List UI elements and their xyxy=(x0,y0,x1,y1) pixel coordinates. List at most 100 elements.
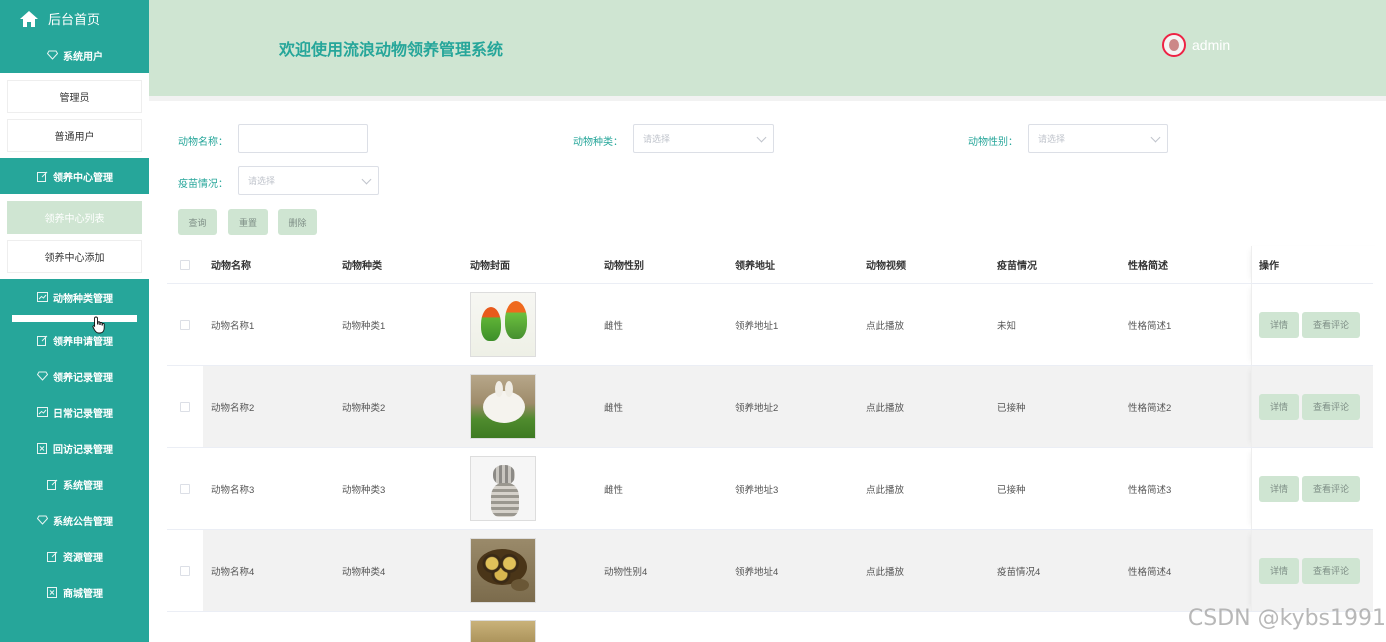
menu-system[interactable]: 系统管理 xyxy=(0,466,149,502)
menu-adoption-center[interactable]: 领养中心管理 xyxy=(0,158,149,194)
username: admin xyxy=(1192,37,1231,53)
row-actions: 详情 查看评论 xyxy=(1251,284,1383,365)
row-select-cell xyxy=(167,620,203,642)
animal-type-cell: 动物种类2 xyxy=(342,402,386,414)
adoption-address-cell: 领养地址1 xyxy=(735,320,779,332)
personality-cell: 性格简述4 xyxy=(1128,566,1172,578)
row-checkbox[interactable] xyxy=(180,483,190,494)
submenu-item-center-list[interactable]: 领养中心列表 xyxy=(7,201,142,234)
user-menu[interactable]: admin xyxy=(1162,33,1230,57)
column-header: 性格简述 xyxy=(1128,261,1168,272)
row-select-cell xyxy=(167,530,203,611)
chart-icon xyxy=(36,406,48,418)
view-comments-button[interactable]: 查看评论 xyxy=(1302,393,1360,420)
animal-name-input[interactable] xyxy=(238,124,368,153)
video-play-link[interactable]: 点此播放 xyxy=(858,482,989,496)
submenu-item-center-add[interactable]: 领养中心添加 xyxy=(7,240,142,273)
table-row[interactable]: 动物名称2 动物种类2 雌性 领养地址2 点此播放 已接种 性格简述2 详情 查… xyxy=(167,366,1373,448)
column-header: 动物性别 xyxy=(604,261,644,272)
menu-followup-records[interactable]: 回访记录管理 xyxy=(0,430,149,466)
vaccine-cell: 已接种 xyxy=(997,402,1026,414)
animal-name-label: 动物名称： xyxy=(178,137,228,148)
view-comments-button[interactable]: 查看评论 xyxy=(1302,557,1360,584)
submenu-collapsing xyxy=(12,315,137,322)
row-select-cell xyxy=(167,366,203,447)
chart-icon xyxy=(36,291,48,303)
edit-icon xyxy=(46,478,58,490)
select-placeholder: 请选择 xyxy=(248,176,276,186)
menu-label: 系统公告管理 xyxy=(53,516,113,528)
chevron-down-icon xyxy=(361,174,372,185)
select-all-checkbox[interactable] xyxy=(180,259,190,270)
menu-label: 回访记录管理 xyxy=(53,444,113,456)
animal-cover-image[interactable] xyxy=(470,292,536,357)
menu-adoption-requests[interactable]: 领养申请管理 xyxy=(0,322,149,358)
table-row[interactable]: 动物名称1 动物种类1 雌性 领养地址1 点此播放 未知 性格简述1 详情 查看… xyxy=(167,284,1373,366)
delete-button[interactable]: 删除 xyxy=(278,209,317,235)
menu-label: 领养申请管理 xyxy=(53,336,113,348)
animal-cover-image[interactable] xyxy=(470,620,536,642)
submenu-item-users[interactable]: 普通用户 xyxy=(7,119,142,152)
row-checkbox[interactable] xyxy=(180,565,190,576)
column-header: 动物种类 xyxy=(342,261,382,272)
row-actions: 详情 查看评论 xyxy=(1251,448,1383,529)
header-divider xyxy=(149,96,1386,101)
column-header: 动物视频 xyxy=(866,261,906,272)
avatar xyxy=(1162,33,1186,57)
adoption-address-cell: 领养地址3 xyxy=(735,484,779,496)
query-button[interactable]: 查询 xyxy=(178,209,217,235)
row-select-cell xyxy=(167,284,203,365)
animal-cover-image[interactable] xyxy=(470,456,536,521)
video-play-link[interactable]: 点此播放 xyxy=(858,318,989,332)
animal-cover-cell xyxy=(465,538,596,603)
column-header: 领养地址 xyxy=(735,261,775,272)
video-play-link[interactable]: 点此播放 xyxy=(858,400,989,414)
animal-table: 动物名称 动物种类 动物封面 动物性别 领养地址 动物视频 疫苗情况 性格简述 … xyxy=(167,246,1373,642)
submenu-item-admin[interactable]: 管理员 xyxy=(7,80,142,113)
row-checkbox[interactable] xyxy=(180,401,190,412)
view-comments-button[interactable]: 查看评论 xyxy=(1302,475,1360,502)
menu-animal-types[interactable]: 动物种类管理 xyxy=(0,279,149,315)
menu-daily-records[interactable]: 日常记录管理 xyxy=(0,394,149,430)
menu-resources[interactable]: 资源管理 xyxy=(0,538,149,574)
animal-cover-image[interactable] xyxy=(470,538,536,603)
reset-button[interactable]: 重置 xyxy=(228,209,268,235)
vaccine-cell: 已接种 xyxy=(997,484,1026,496)
animal-sex-cell: 雌性 xyxy=(604,320,624,332)
home-link[interactable]: 后台首页 xyxy=(0,0,149,37)
page-title: 欢迎使用流浪动物领养管理系统 xyxy=(279,42,504,59)
view-comments-button[interactable]: 查看评论 xyxy=(1302,311,1360,338)
row-checkbox[interactable] xyxy=(180,319,190,330)
close-box-icon xyxy=(36,442,48,454)
menu-system-users[interactable]: 系统用户 xyxy=(0,37,149,73)
animal-type-select[interactable]: 请选择 xyxy=(633,124,774,153)
watermark: CSDN @kybs1991 xyxy=(1187,606,1386,631)
vaccine-select[interactable]: 请选择 xyxy=(238,166,379,195)
detail-button[interactable]: 详情 xyxy=(1259,557,1299,584)
animal-sex-label: 动物性别： xyxy=(968,137,1018,148)
animal-cover-image[interactable] xyxy=(470,374,536,439)
personality-cell: 性格简述1 xyxy=(1128,320,1172,332)
close-box-icon xyxy=(46,586,58,598)
row-actions: 详情 查看评论 xyxy=(1251,530,1383,611)
vaccine-cell: 疫苗情况4 xyxy=(997,566,1041,578)
detail-button[interactable]: 详情 xyxy=(1259,311,1299,338)
submenu-adoption-center: 领养中心列表 领养中心添加 xyxy=(0,194,149,279)
animal-type-cell: 动物种类4 xyxy=(342,566,386,578)
detail-button[interactable]: 详情 xyxy=(1259,393,1299,420)
menu-shop[interactable]: 商城管理 xyxy=(0,574,149,610)
menu-adoption-records[interactable]: 领养记录管理 xyxy=(0,358,149,394)
animal-sex-cell: 雌性 xyxy=(604,484,624,496)
detail-button[interactable]: 详情 xyxy=(1259,475,1299,502)
table-row[interactable]: 动物名称3 动物种类3 雌性 领养地址3 点此播放 已接种 性格简述3 详情 查… xyxy=(167,448,1373,530)
adoption-address-cell: 领养地址2 xyxy=(735,402,779,414)
column-header: 操作 xyxy=(1251,246,1383,283)
table-row[interactable]: 动物名称4 动物种类4 动物性别4 领养地址4 点此播放 疫苗情况4 性格简述4… xyxy=(167,530,1373,612)
video-play-link[interactable]: 点此播放 xyxy=(858,564,989,578)
submenu-system-users: 管理员 普通用户 xyxy=(0,73,149,158)
sidebar: 后台首页 系统用户 管理员 普通用户 领养中心管理 领养中心列表 领养中心添加 … xyxy=(0,0,149,642)
animal-sex-select[interactable]: 请选择 xyxy=(1028,124,1168,153)
column-header: 动物名称 xyxy=(211,261,251,272)
animal-name-cell: 动物名称1 xyxy=(211,320,255,332)
menu-announcements[interactable]: 系统公告管理 xyxy=(0,502,149,538)
